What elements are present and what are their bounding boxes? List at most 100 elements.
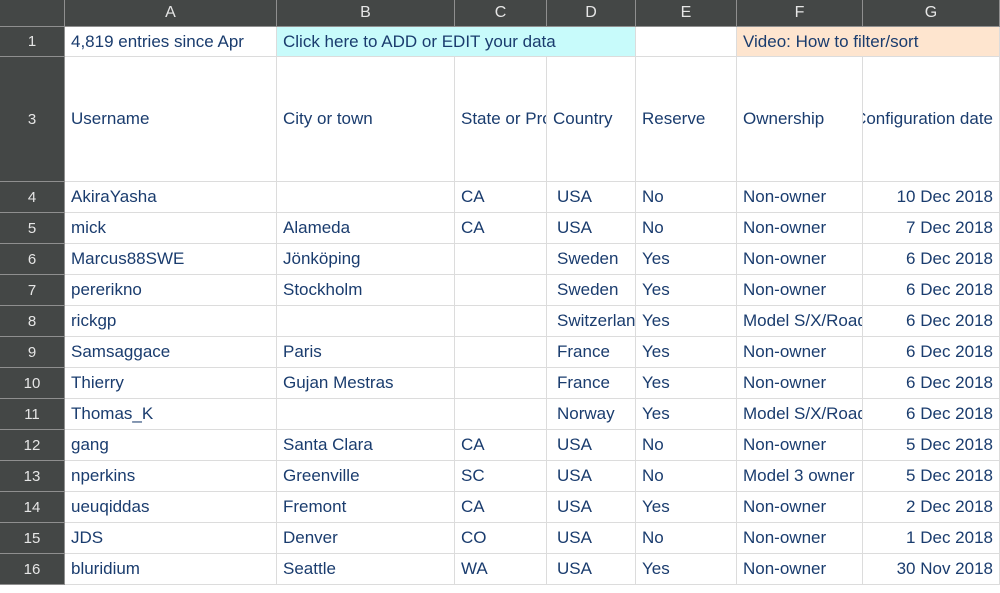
row-header-4[interactable]: 4 xyxy=(0,182,65,213)
cell-C4[interactable]: CA xyxy=(455,182,547,213)
cell-D8[interactable]: Switzerland xyxy=(547,306,636,337)
cell-D7[interactable]: Sweden xyxy=(547,275,636,306)
cell-F15[interactable]: Non-owner xyxy=(737,523,863,554)
cell-G13[interactable]: 5 Dec 2018 xyxy=(863,461,1000,492)
cell-F5[interactable]: Non-owner xyxy=(737,213,863,244)
row-header-15[interactable]: 15 xyxy=(0,523,65,554)
cell-A5[interactable]: mick xyxy=(65,213,277,244)
col-header-D[interactable]: D xyxy=(547,0,636,27)
cell-E6[interactable]: Yes xyxy=(636,244,737,275)
cell-C15[interactable]: CO xyxy=(455,523,547,554)
cell-B6[interactable]: Jönköping xyxy=(277,244,455,275)
cell-C10[interactable] xyxy=(455,368,547,399)
cell-G7[interactable]: 6 Dec 2018 xyxy=(863,275,1000,306)
row-header-7[interactable]: 7 xyxy=(0,275,65,306)
cell-B11[interactable] xyxy=(277,399,455,430)
cell-A8[interactable]: rickgp xyxy=(65,306,277,337)
cell-F9[interactable]: Non-owner xyxy=(737,337,863,368)
cell-G12[interactable]: 5 Dec 2018 xyxy=(863,430,1000,461)
cell-E13[interactable]: No xyxy=(636,461,737,492)
cell-E11[interactable]: Yes xyxy=(636,399,737,430)
cell-A4[interactable]: AkiraYasha xyxy=(65,182,277,213)
col-header-E[interactable]: E xyxy=(636,0,737,27)
cell-E10[interactable]: Yes xyxy=(636,368,737,399)
cell-G8[interactable]: 6 Dec 2018 xyxy=(863,306,1000,337)
header-G[interactable]: Configuration date xyxy=(863,57,1000,182)
cell-B8[interactable] xyxy=(277,306,455,337)
cell-B12[interactable]: Santa Clara xyxy=(277,430,455,461)
cell-D13[interactable]: USA xyxy=(547,461,636,492)
cell-F16[interactable]: Non-owner xyxy=(737,554,863,585)
cell-F13[interactable]: Model 3 owner xyxy=(737,461,863,492)
cell-G9[interactable]: 6 Dec 2018 xyxy=(863,337,1000,368)
cell-E7[interactable]: Yes xyxy=(636,275,737,306)
summary-cell[interactable]: 4,819 entries since Apr xyxy=(65,27,277,57)
cell-F11[interactable]: Model S/X/Roadster xyxy=(737,399,863,430)
cell-E1[interactable] xyxy=(636,27,737,57)
cell-F4[interactable]: Non-owner xyxy=(737,182,863,213)
cell-B13[interactable]: Greenville xyxy=(277,461,455,492)
cell-E15[interactable]: No xyxy=(636,523,737,554)
row-header-10[interactable]: 10 xyxy=(0,368,65,399)
cell-F8[interactable]: Model S/X/Roadster xyxy=(737,306,863,337)
cell-D5[interactable]: USA xyxy=(547,213,636,244)
cell-C9[interactable] xyxy=(455,337,547,368)
cell-D10[interactable]: France xyxy=(547,368,636,399)
row-header-14[interactable]: 14 xyxy=(0,492,65,523)
cell-F10[interactable]: Non-owner xyxy=(737,368,863,399)
header-F[interactable]: Ownership xyxy=(737,57,863,182)
cell-G14[interactable]: 2 Dec 2018 xyxy=(863,492,1000,523)
col-header-C[interactable]: C xyxy=(455,0,547,27)
cell-A7[interactable]: pererikno xyxy=(65,275,277,306)
cell-F12[interactable]: Non-owner xyxy=(737,430,863,461)
cell-B15[interactable]: Denver xyxy=(277,523,455,554)
cell-E4[interactable]: No xyxy=(636,182,737,213)
video-link[interactable]: Video: How to filter/sort xyxy=(737,27,1000,57)
cell-E16[interactable]: Yes xyxy=(636,554,737,585)
cell-G15[interactable]: 1 Dec 2018 xyxy=(863,523,1000,554)
cell-A14[interactable]: ueuqiddas xyxy=(65,492,277,523)
cell-G16[interactable]: 30 Nov 2018 xyxy=(863,554,1000,585)
cell-G10[interactable]: 6 Dec 2018 xyxy=(863,368,1000,399)
header-E[interactable]: Reserve xyxy=(636,57,737,182)
cell-B5[interactable]: Alameda xyxy=(277,213,455,244)
header-A[interactable]: Username xyxy=(65,57,277,182)
spreadsheet-grid[interactable]: ABCDEFG14,819 entries since AprClick her… xyxy=(0,0,1000,585)
header-C[interactable]: State or Province xyxy=(455,57,547,182)
cell-C6[interactable] xyxy=(455,244,547,275)
cell-E14[interactable]: Yes xyxy=(636,492,737,523)
cell-A12[interactable]: gang xyxy=(65,430,277,461)
col-header-B[interactable]: B xyxy=(277,0,455,27)
cell-G5[interactable]: 7 Dec 2018 xyxy=(863,213,1000,244)
col-header-G[interactable]: G xyxy=(863,0,1000,27)
cell-D15[interactable]: USA xyxy=(547,523,636,554)
row-header-11[interactable]: 11 xyxy=(0,399,65,430)
cell-C14[interactable]: CA xyxy=(455,492,547,523)
add-edit-link[interactable]: Click here to ADD or EDIT your data xyxy=(277,27,636,57)
cell-F6[interactable]: Non-owner xyxy=(737,244,863,275)
cell-A15[interactable]: JDS xyxy=(65,523,277,554)
cell-G6[interactable]: 6 Dec 2018 xyxy=(863,244,1000,275)
cell-D16[interactable]: USA xyxy=(547,554,636,585)
row-header-9[interactable]: 9 xyxy=(0,337,65,368)
col-header-F[interactable]: F xyxy=(737,0,863,27)
header-D[interactable]: Country xyxy=(547,57,636,182)
cell-D9[interactable]: France xyxy=(547,337,636,368)
row-header-6[interactable]: 6 xyxy=(0,244,65,275)
row-header-16[interactable]: 16 xyxy=(0,554,65,585)
row-header-3[interactable]: 3 xyxy=(0,57,65,182)
cell-G4[interactable]: 10 Dec 2018 xyxy=(863,182,1000,213)
cell-C7[interactable] xyxy=(455,275,547,306)
cell-D4[interactable]: USA xyxy=(547,182,636,213)
cell-A10[interactable]: Thierry xyxy=(65,368,277,399)
cell-B7[interactable]: Stockholm xyxy=(277,275,455,306)
cell-B9[interactable]: Paris xyxy=(277,337,455,368)
cell-A16[interactable]: bluridium xyxy=(65,554,277,585)
cell-C11[interactable] xyxy=(455,399,547,430)
cell-B4[interactable] xyxy=(277,182,455,213)
cell-A9[interactable]: Samsaggace xyxy=(65,337,277,368)
cell-D11[interactable]: Norway xyxy=(547,399,636,430)
cell-C13[interactable]: SC xyxy=(455,461,547,492)
cell-D14[interactable]: USA xyxy=(547,492,636,523)
cell-B10[interactable]: Gujan Mestras xyxy=(277,368,455,399)
